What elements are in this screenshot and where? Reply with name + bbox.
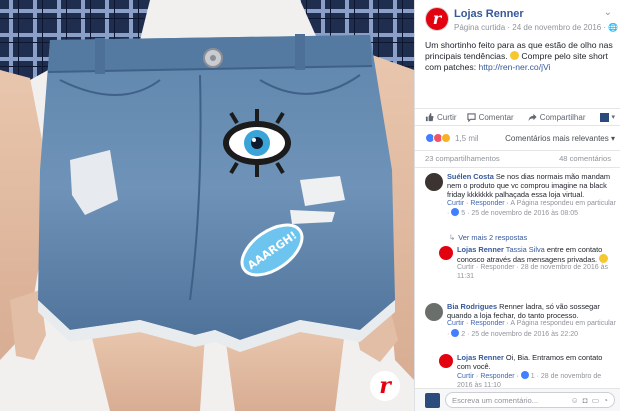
comments-list: Suélen Costa Se nos dias normais mão man… [415, 167, 620, 387]
shares-count-link[interactable]: 23 compartilhamentos [425, 154, 500, 163]
avatar[interactable] [425, 303, 443, 321]
view-more-replies[interactable]: ↳ Ver mais 2 respostas [449, 233, 527, 242]
reply-text: Lojas Renner Oi, Bia. Entramos em contat… [457, 353, 615, 371]
comment-item: Bia Rodrigues Renner ladra, só vão sosse… [425, 302, 617, 340]
post-stats: 23 compartilhamentos 48 comentários [415, 150, 620, 166]
comment-timestamp: 2 · 25 de novembro de 2016 às 22:20 [459, 331, 578, 338]
reactions-count: 1,5 mil [455, 133, 479, 143]
comment-meta: Curtir · Responder · A Página respondeu … [447, 320, 617, 339]
current-user-avatar [425, 392, 440, 408]
like-reaction-icon [520, 371, 529, 380]
globe-icon: 🌐 [608, 23, 619, 32]
post-meta: Página curtida · 24 de novembro de 2016 … [454, 23, 618, 32]
post-text: Um shortinho feito para as que estão de … [425, 40, 619, 73]
comment-button[interactable]: Comentar [466, 112, 514, 122]
comment-composer: Escreva um comentário... ☺ ◘ ▭ ◔ [415, 388, 620, 411]
post-side-panel: r Lojas Renner Página curtida · 24 de no… [414, 0, 620, 411]
smile-emoji-icon [599, 254, 609, 264]
share-button[interactable]: Compartilhar [528, 112, 586, 122]
comment-author[interactable]: Suélen Costa [447, 172, 494, 181]
smile-emoji-icon [510, 51, 520, 60]
camera-icon[interactable]: ◘ [583, 396, 588, 405]
page-name-link[interactable]: Lojas Renner [454, 8, 524, 20]
share-icon [528, 113, 537, 121]
reply-meta: Curtir · Responder · 1 · 28 de novembro … [457, 371, 615, 387]
comment-item: Suélen Costa Se nos dias normais mão man… [425, 172, 617, 219]
comment-icon [466, 112, 476, 122]
page-selector[interactable]: ▾ [600, 112, 615, 122]
comment-input[interactable]: Escreva um comentário... ☺ ◘ ▭ ◔ [445, 392, 615, 408]
eye-patch [223, 109, 291, 177]
page-avatar[interactable]: r [425, 7, 449, 31]
watermark-letter: r [379, 373, 391, 399]
post-link[interactable]: http://ren-ner.co/jVi [479, 62, 551, 72]
thumbs-up-icon [425, 112, 434, 121]
reply-arrow-icon: ↳ [449, 233, 456, 242]
avatar[interactable] [439, 354, 453, 368]
comments-sort-dropdown[interactable]: Comentários mais relevantes ▾ [505, 134, 615, 143]
comment-actions[interactable]: Curtir · Responder · [447, 320, 510, 327]
sticker-icon[interactable]: ◔ [603, 396, 608, 405]
like-label: Curtir [437, 112, 457, 122]
comment-label: Comentar [478, 112, 514, 122]
reply-author[interactable]: Lojas Renner [457, 245, 504, 254]
comment-meta: Curtir · Responder · A Página respondeu … [447, 200, 617, 219]
composer-icons: ☺ ◘ ▭ ◔ [571, 396, 608, 405]
comment-timestamp: 5 · 25 de novembro de 2016 às 08:05 [459, 210, 578, 218]
comments-count-link[interactable]: 48 comentários [559, 154, 611, 163]
post-date: Página curtida · 24 de novembro de 2016 … [454, 23, 609, 32]
post-actions-bar: Curtir Comentar Compartilhar ▾ [415, 108, 620, 126]
chevron-down-icon[interactable]: ⌄ [604, 7, 612, 18]
avatar[interactable] [425, 173, 443, 191]
reply-item: Lojas Renner Tassia Silva entre em conta… [439, 245, 615, 282]
reply-actions[interactable]: Curtir · Responder · [457, 373, 521, 380]
post-header: r Lojas Renner Página curtida · 24 de no… [425, 7, 618, 35]
comment-actions[interactable]: Curtir · Responder · [447, 200, 510, 207]
page-avatar-letter: r [432, 9, 442, 28]
comment-input-placeholder: Escreva um comentário... [452, 395, 539, 405]
product-photo[interactable]: AAARGH! r [0, 0, 414, 411]
reply-text: Lojas Renner Tassia Silva entre em conta… [457, 245, 615, 264]
reply-meta: Curtir · Responder · 28 de novembro de 2… [457, 264, 608, 280]
like-button[interactable]: Curtir [425, 112, 457, 122]
comment-text: Bia Rodrigues Renner ladra, só vão sosse… [447, 302, 617, 320]
renner-watermark-logo: r [370, 371, 400, 401]
gif-icon[interactable]: ▭ [592, 396, 600, 405]
emoji-icon[interactable]: ☺ [571, 396, 579, 405]
avatar[interactable] [439, 246, 453, 260]
view-more-replies-label: Ver mais 2 respostas [458, 233, 528, 242]
haha-reaction-icon [441, 133, 451, 143]
reply-author[interactable]: Lojas Renner [457, 353, 504, 362]
denim-shorts-image: AAARGH! [0, 0, 414, 411]
comment-author[interactable]: Bia Rodrigues [447, 302, 497, 311]
reactions-summary[interactable]: 1,5 mil Comentários mais relevantes ▾ [425, 131, 615, 145]
reply-item: Lojas Renner Oi, Bia. Entramos em contat… [439, 353, 615, 387]
page-avatar-small-icon [600, 112, 610, 122]
caret-down-icon: ▾ [611, 114, 615, 121]
comment-text: Suélen Costa Se nos dias normais mão man… [447, 172, 617, 200]
share-label: Compartilhar [539, 112, 586, 122]
mention-link[interactable]: Tassia Silva [504, 245, 545, 254]
